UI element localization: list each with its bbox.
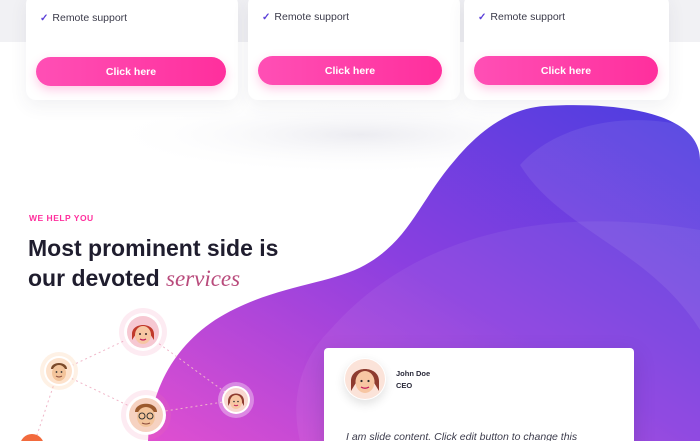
avatar-woman <box>124 313 162 351</box>
testimonial-card: John Doe CEO I am slide content. Click e… <box>324 348 634 441</box>
woman-face-icon <box>224 388 248 412</box>
avatar-man-glasses <box>126 395 166 435</box>
testimonial-avatar <box>344 358 386 400</box>
testimonial-quote: I am slide content. Click edit button to… <box>346 431 578 441</box>
woman-face-icon <box>345 359 385 399</box>
testimonial-role: CEO <box>396 381 413 390</box>
man-glasses-face-icon <box>129 398 163 432</box>
man-face-icon <box>46 358 72 384</box>
avatar-man-1 <box>44 356 74 386</box>
testimonial-name: John Doe <box>396 369 431 378</box>
avatar-woman-2 <box>222 386 250 414</box>
woman-face-icon <box>127 316 159 348</box>
